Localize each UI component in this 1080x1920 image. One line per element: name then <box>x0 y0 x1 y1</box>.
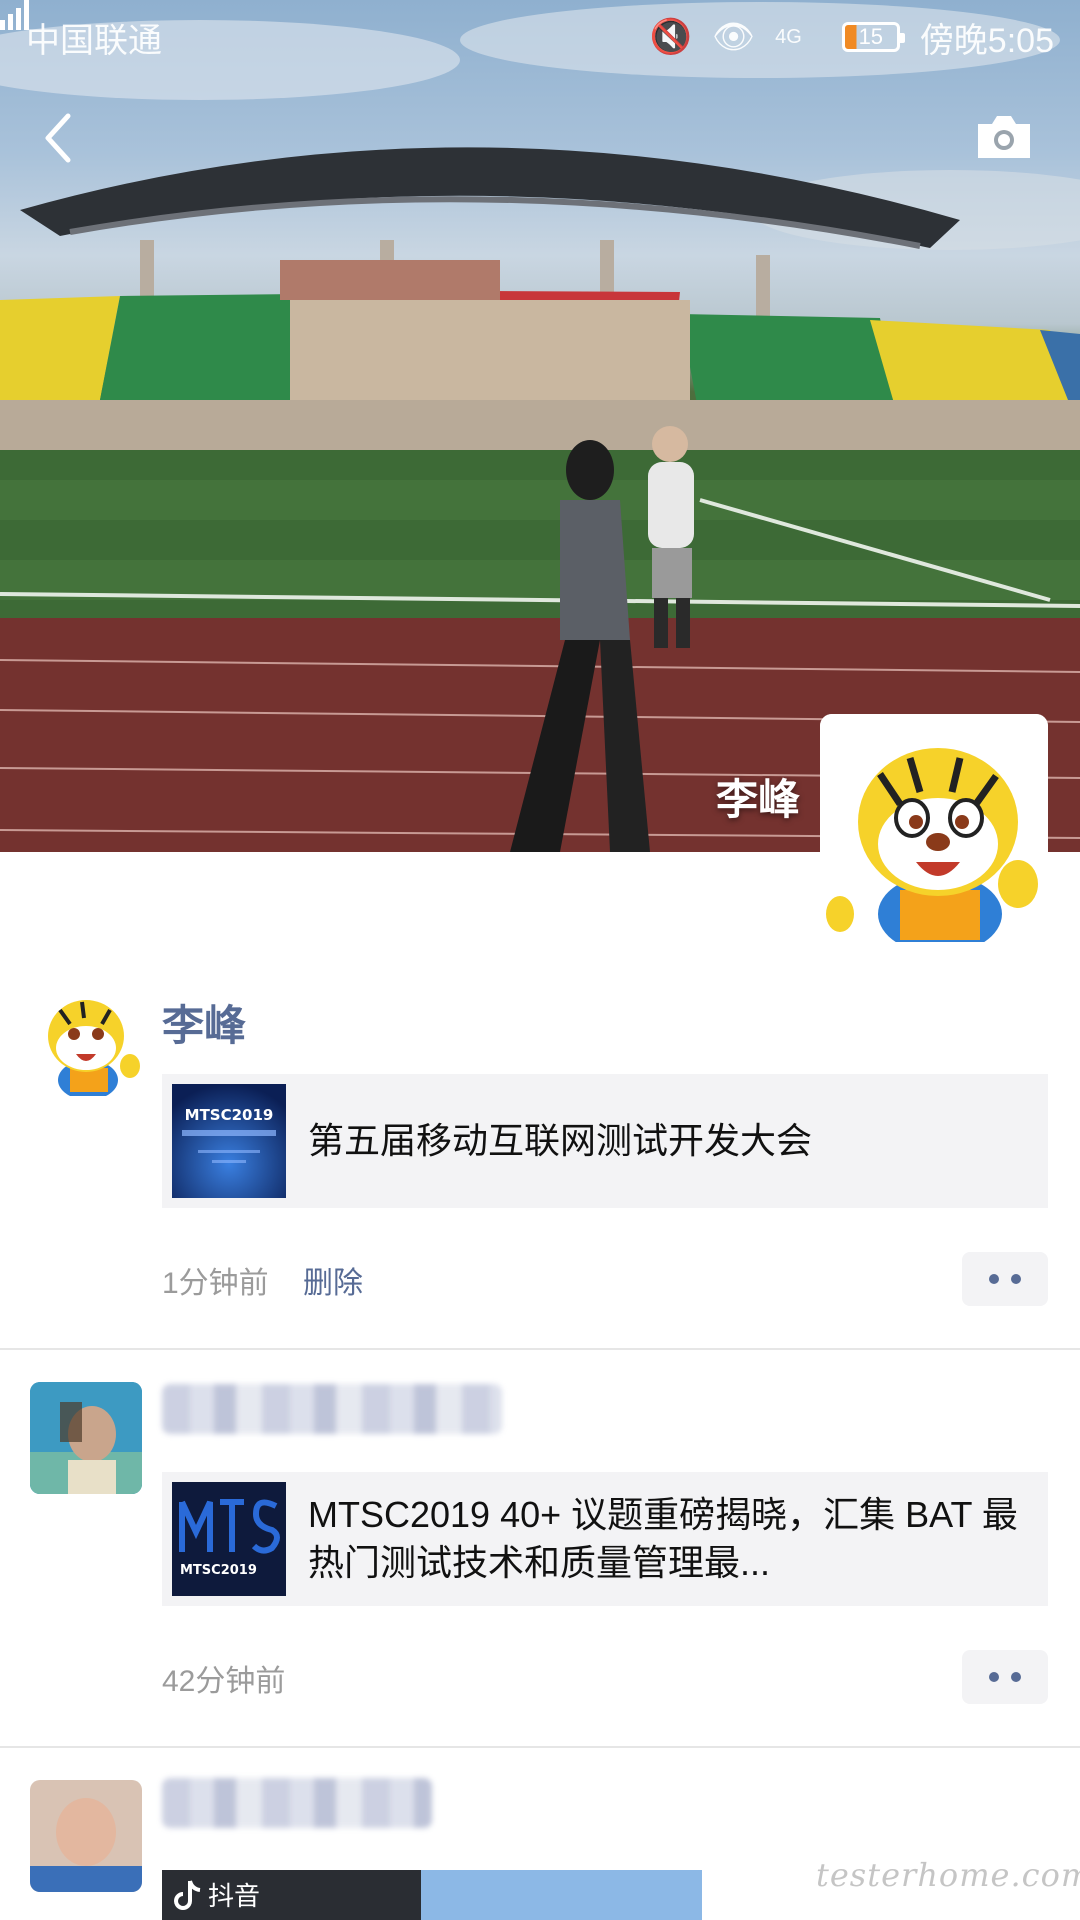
clock-label: 傍晚5:05 <box>919 21 1054 60</box>
mute-icon: 🔇 <box>649 18 692 56</box>
tiktok-icon <box>174 1879 201 1910</box>
thumbnail-text: MTSC2019 <box>180 1563 257 1578</box>
status-bar: 中国联通 🔇 👁 4G 15 傍晚5:05 <box>0 0 1080 74</box>
carrier-label: 中国联通 <box>26 21 162 60</box>
feed-post: 李峰 MTSC2019 第五届移动互联网测试开发大会 1分钟前 删除 <box>0 952 1080 1350</box>
blurred-avatar-image <box>30 1382 142 1494</box>
post-avatar[interactable] <box>30 984 142 1096</box>
shared-link-card[interactable]: MTSC2019 MTSC2019 40+ 议题重磅揭晓，汇集 BAT 最热门测… <box>162 1472 1048 1606</box>
tiger-avatar-image <box>820 714 1048 942</box>
post-author-blurred[interactable] <box>162 1384 502 1434</box>
post-avatar[interactable] <box>30 1780 142 1892</box>
chevron-left-icon <box>45 113 71 163</box>
link-thumbnail: MTSC2019 <box>172 1084 286 1198</box>
camera-icon <box>978 116 1030 158</box>
post-author[interactable]: 李峰 <box>162 992 246 1053</box>
post-time: 42分钟前 <box>162 1665 286 1698</box>
more-dot <box>1011 1672 1021 1682</box>
battery-icon: 15 <box>841 22 905 52</box>
post-time: 1分钟前 <box>162 1267 269 1300</box>
thumbnail-text: MTSC2019 <box>185 1106 274 1124</box>
link-thumbnail: MTSC2019 <box>172 1482 286 1596</box>
more-dot <box>1011 1274 1021 1284</box>
video-preview[interactable]: 抖音 <box>162 1870 702 1920</box>
feed-post: 抖音 <box>0 1748 1080 1920</box>
comment-like-button[interactable] <box>962 1252 1048 1306</box>
post-author-blurred[interactable] <box>162 1778 432 1828</box>
watermark: testerhome.com <box>816 1856 1080 1894</box>
link-title: MTSC2019 40+ 议题重磅揭晓，汇集 BAT 最热门测试技术和质量管理最… <box>308 1494 1018 1583</box>
profile-name: 李峰 <box>715 776 800 823</box>
back-button[interactable] <box>32 108 92 168</box>
more-dot <box>989 1274 999 1284</box>
blurred-avatar-image <box>30 1780 142 1892</box>
post-avatar[interactable] <box>30 1382 142 1494</box>
shared-link-card[interactable]: MTSC2019 第五届移动互联网测试开发大会 <box>162 1074 1048 1208</box>
camera-button[interactable] <box>974 112 1034 162</box>
delete-button[interactable]: 删除 <box>303 1258 363 1302</box>
profile-avatar[interactable] <box>820 714 1048 942</box>
app-label: 抖音 <box>208 1881 261 1911</box>
feed-post: MTSC2019 MTSC2019 40+ 议题重磅揭晓，汇集 BAT 最热门测… <box>0 1350 1080 1748</box>
tiger-avatar-image <box>30 984 142 1096</box>
status-icons: 🔇 👁 4G 15 傍晚5:05 <box>0 0 1054 62</box>
eye-icon: 👁 <box>711 18 756 56</box>
more-dot <box>989 1672 999 1682</box>
comment-like-button[interactable] <box>962 1650 1048 1704</box>
network-label: 4G <box>775 25 802 48</box>
link-title: 第五届移动互联网测试开发大会 <box>308 1120 813 1161</box>
